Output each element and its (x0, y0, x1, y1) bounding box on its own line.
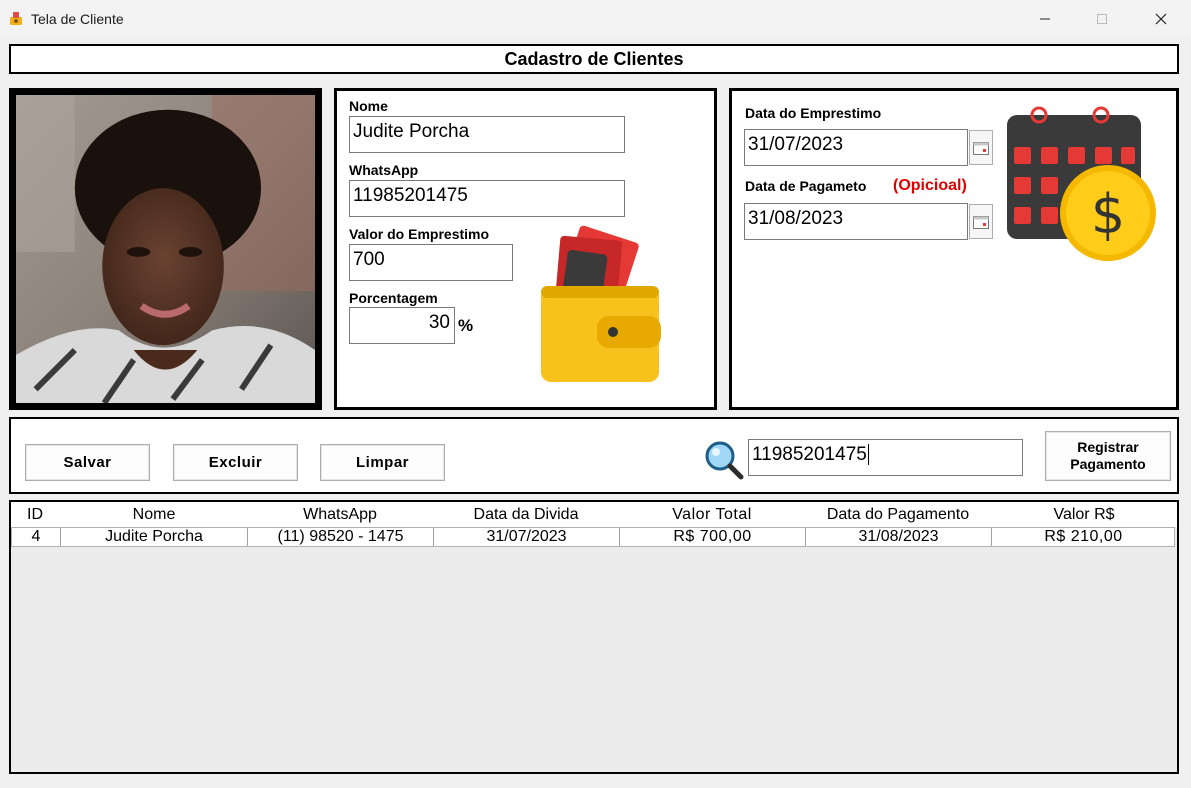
wallet-icon (541, 225, 661, 382)
client-photo[interactable] (16, 95, 315, 405)
calendar-picker-icon (973, 215, 989, 229)
header-panel: Cadastro de Clientes (9, 44, 1179, 74)
whatsapp-input[interactable]: 11985201475 (349, 180, 625, 217)
close-icon (1155, 13, 1167, 25)
svg-text:$: $ (1091, 183, 1125, 246)
salvar-button[interactable]: Salvar (25, 444, 150, 481)
maximize-icon (1097, 14, 1107, 24)
client-area: Cadastro de Clientes Nome Judite Porcha … (0, 38, 1191, 788)
data-emprestimo-calendar-button[interactable] (969, 130, 993, 165)
porcentagem-input[interactable]: 30 (349, 307, 455, 344)
page-title: Cadastro de Clientes (504, 48, 684, 69)
pagamento-label: Pagamento (1070, 456, 1146, 472)
title-bar: Tela de Cliente (0, 0, 1191, 38)
valor-emprestimo-label: Valor do Emprestimo (349, 226, 490, 242)
column-header-data-divida[interactable]: Data da Divida (433, 502, 619, 527)
app-icon (10, 12, 22, 25)
cell-data-pagamento: 31/08/2023 (805, 528, 991, 546)
window-title: Tela de Cliente (31, 11, 124, 27)
cell-nome: Judite Porcha (60, 528, 247, 546)
cell-data-divida: 31/07/2023 (433, 528, 619, 546)
data-pagamento-input[interactable]: 31/08/2023 (744, 203, 968, 240)
data-emprestimo-input[interactable]: 31/07/2023 (744, 129, 968, 166)
valor-emprestimo-input[interactable]: 700 (349, 244, 513, 281)
minimize-button[interactable] (1022, 0, 1068, 38)
cell-valor-rs: R$ 210,00 (991, 528, 1175, 546)
whatsapp-label: WhatsApp (349, 162, 419, 178)
registrar-label: Registrar (1077, 439, 1139, 455)
dates-panel: Data do Emprestimo 31/07/2023 Data de Pa… (729, 88, 1179, 410)
cell-whatsapp: (11) 98520 - 1475 (247, 528, 433, 546)
column-header-whatsapp[interactable]: WhatsApp (247, 502, 433, 527)
client-form-panel: Nome Judite Porcha WhatsApp 11985201475 … (334, 88, 717, 410)
clients-table[interactable]: ID Nome WhatsApp Data da Divida Valor To… (9, 500, 1179, 774)
text-cursor (867, 444, 869, 465)
minimize-icon (1040, 18, 1050, 20)
porcentagem-label: Porcentagem (349, 290, 438, 306)
search-icon[interactable] (704, 440, 744, 480)
actions-panel: Salvar Excluir Limpar 11985201475 Regist… (9, 417, 1179, 494)
column-header-valor-total[interactable]: Valor Total (619, 502, 805, 527)
data-emprestimo-label: Data do Emprestimo (745, 105, 882, 121)
calendar-picker-icon (973, 141, 989, 155)
column-header-data-pagamento[interactable]: Data do Pagamento (805, 502, 991, 527)
column-header-valor-rs[interactable]: Valor R$ (991, 502, 1177, 527)
data-pagamento-label: Data de Pagameto (745, 178, 867, 194)
nome-label: Nome (349, 98, 388, 114)
table-row[interactable]: 4 Judite Porcha (11) 98520 - 1475 31/07/… (11, 527, 1175, 547)
search-input-text: 11985201475 (752, 444, 867, 465)
close-button[interactable] (1138, 0, 1184, 38)
data-pagamento-calendar-button[interactable] (969, 204, 993, 239)
cell-id: 4 (31, 528, 41, 545)
excluir-button[interactable]: Excluir (173, 444, 298, 481)
maximize-button[interactable] (1079, 0, 1125, 38)
percent-sign: % (458, 316, 474, 335)
table-header: ID Nome WhatsApp Data da Divida Valor To… (11, 502, 1177, 527)
column-header-nome[interactable]: Nome (61, 502, 247, 527)
optional-label: (Opicioal) (893, 177, 967, 194)
calendar-dollar-icon: $ (1007, 106, 1156, 261)
column-header-id[interactable]: ID (11, 502, 59, 527)
registrar-pagamento-button[interactable]: Registrar Pagamento (1045, 431, 1171, 481)
search-input[interactable]: 11985201475 (748, 439, 1023, 476)
nome-input[interactable]: Judite Porcha (349, 116, 625, 153)
cell-valor-total: R$ 700,00 (619, 528, 805, 546)
limpar-button[interactable]: Limpar (320, 444, 445, 481)
client-photo-panel (9, 88, 322, 410)
